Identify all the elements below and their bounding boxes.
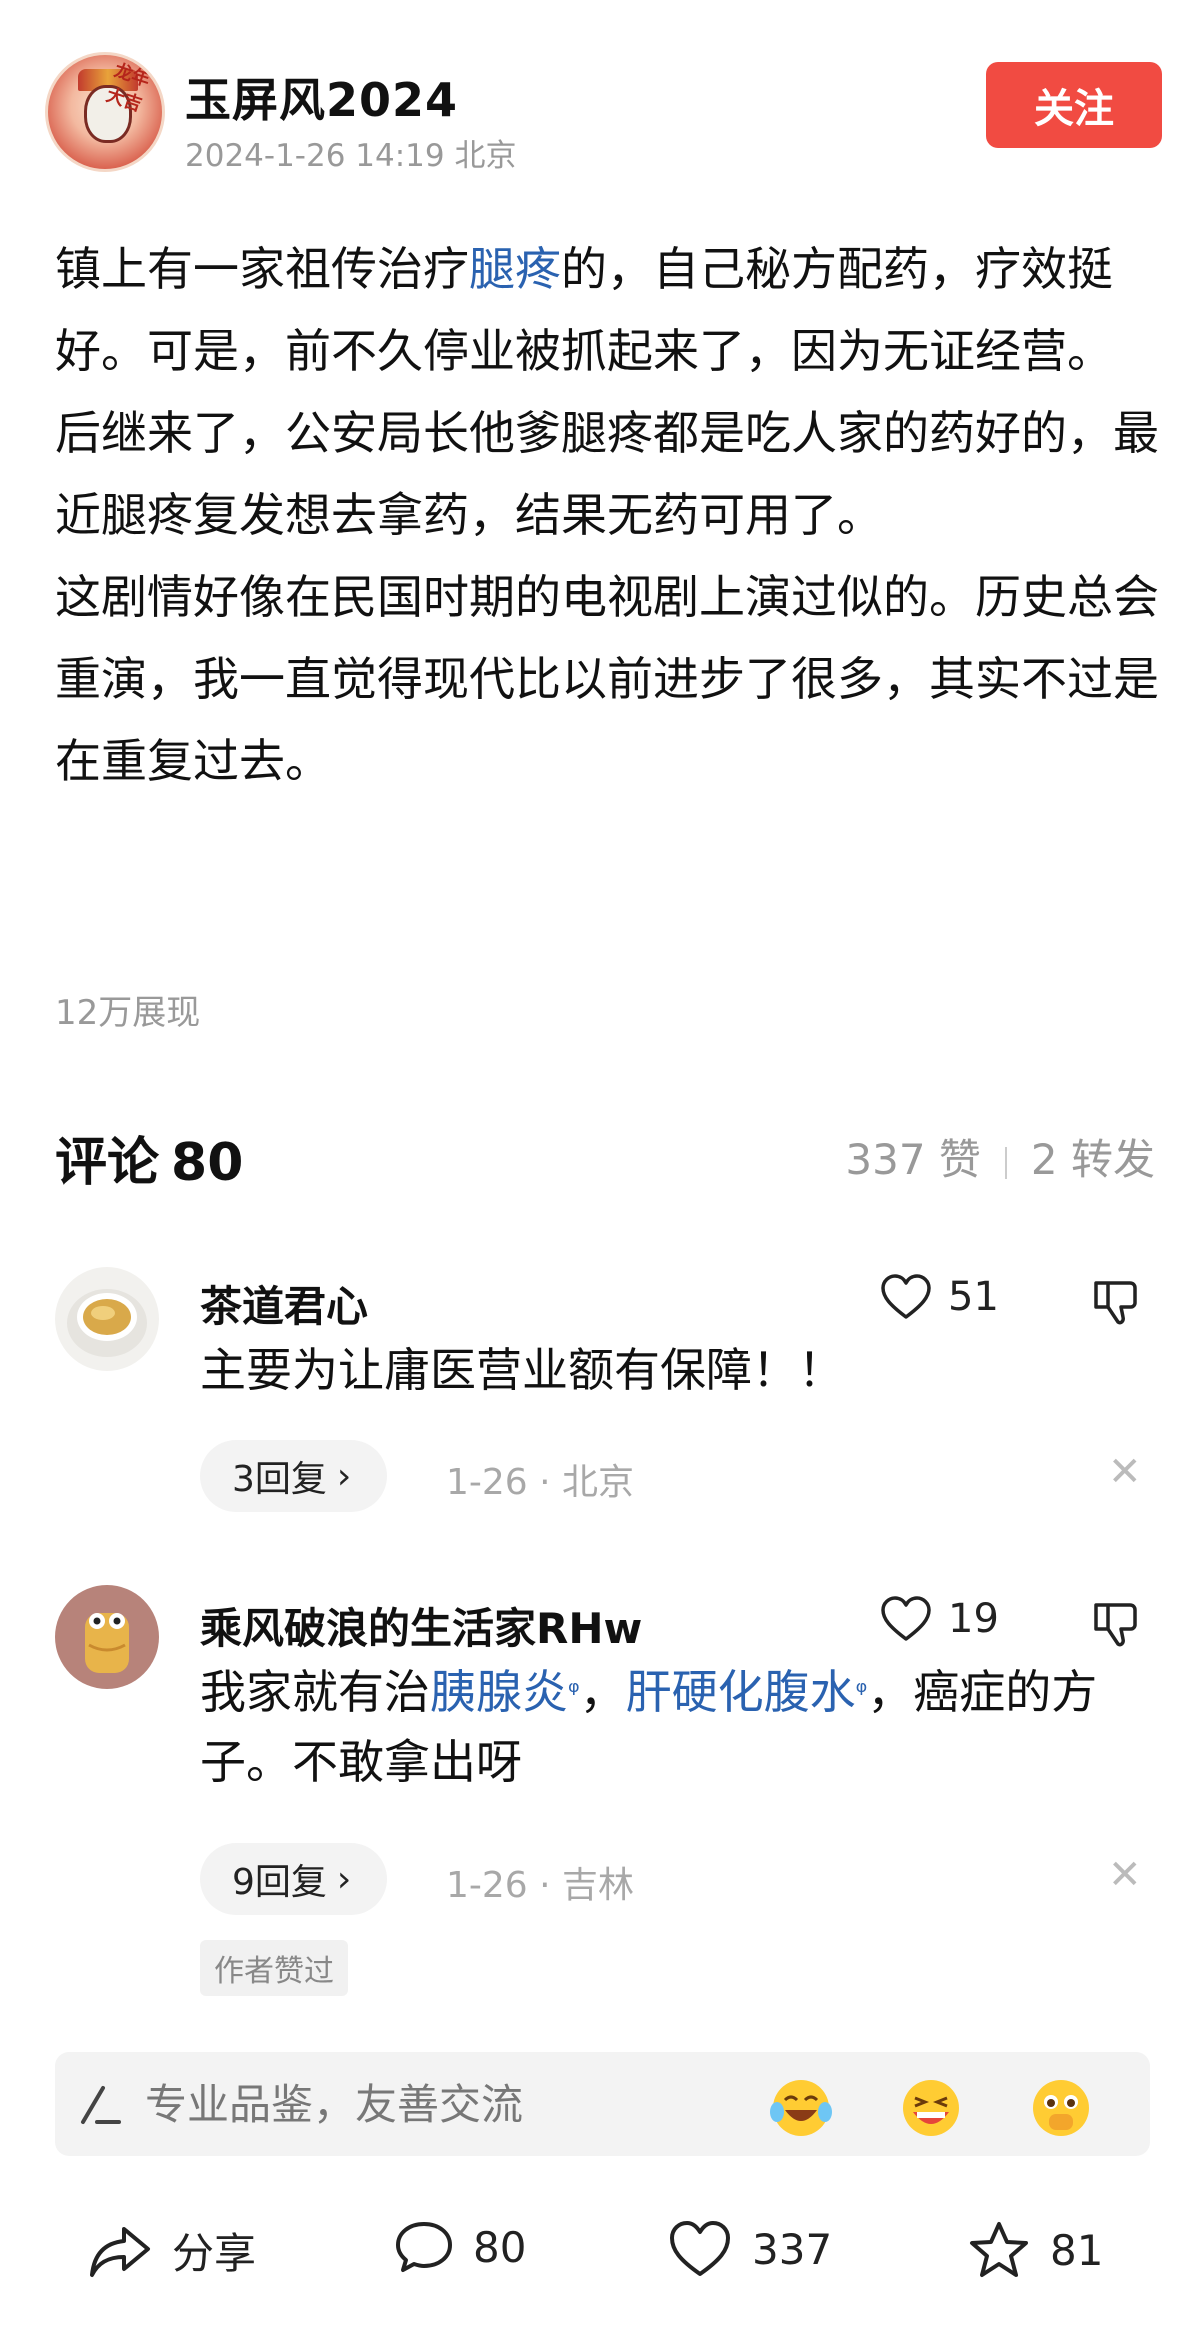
search-icon: ᵠ bbox=[568, 1675, 580, 1708]
comment-meta: 1-26 · 北京 bbox=[446, 1462, 635, 1503]
commenter-avatar[interactable] bbox=[55, 1585, 159, 1689]
comment-count: 80 bbox=[473, 2222, 527, 2272]
star-icon bbox=[970, 2222, 1028, 2277]
heart-icon bbox=[670, 2221, 730, 2276]
comment-replies-button[interactable]: 9回复 › bbox=[200, 1843, 388, 1915]
thumbs-down-icon bbox=[1094, 1281, 1137, 1325]
post-timestamp-location: 2024-1-26 14:19 北京 bbox=[185, 138, 517, 174]
comment-item: 乘风破浪的生活家RHw 19 我家就有治胰腺炎ᵠ，肝硬化腹水ᵠ，癌症的方子。不敢… bbox=[0, 1585, 1200, 1996]
post-paragraph-2: 后继来了，公安局长他爹腿疼都是吃人家的药好的，最近腿疼复发想去拿药，结果无药可用… bbox=[55, 406, 1159, 542]
cartoon-avatar-icon bbox=[55, 1585, 159, 1689]
post-stats: 337 赞 2 转发 bbox=[845, 1126, 1155, 1187]
thumbs-down-icon bbox=[1094, 1603, 1137, 1647]
pen-icon bbox=[77, 2082, 123, 2130]
comment-like-count: 51 bbox=[948, 1274, 999, 1320]
holding-back-tears-emoji-icon[interactable] bbox=[1027, 2076, 1095, 2140]
commenter-name[interactable]: 乘风破浪的生活家RHw bbox=[200, 1595, 642, 1656]
heart-icon bbox=[881, 1274, 931, 1319]
like-count: 337 bbox=[752, 2224, 833, 2274]
chevron-right-icon: › bbox=[336, 1455, 352, 1497]
author-liked-badge: 作者赞过 bbox=[200, 1940, 348, 1996]
comment-bubble-icon bbox=[396, 2222, 452, 2272]
reposts-stat[interactable]: 2 转发 bbox=[1031, 1135, 1155, 1184]
grinning-emoji-icon[interactable] bbox=[897, 2076, 965, 2140]
laughing-tears-emoji-icon[interactable] bbox=[767, 2076, 835, 2140]
comment-dislike[interactable] bbox=[1090, 1599, 1140, 1653]
chevron-right-icon: › bbox=[336, 1858, 352, 1900]
share-label: 分享 bbox=[172, 2229, 257, 2278]
share-icon bbox=[90, 2226, 150, 2277]
view-count: 12万展现 bbox=[55, 993, 201, 1033]
post-paragraph-1: 镇上有一家祖传治疗腿疼的，自己秘方配药，疗效挺好。可是，前不久停业被抓起来了，因… bbox=[55, 242, 1113, 378]
comment-text: 我家就有治胰腺炎ᵠ，肝硬化腹水ᵠ，癌症的方子。不敢拿出呀 bbox=[200, 1665, 1098, 1789]
favorite-button[interactable]: 81 bbox=[968, 2220, 1103, 2280]
comment-text: 主要为让庸医营业额有保障！！ bbox=[200, 1343, 844, 1397]
comments-count: 80 bbox=[171, 1133, 244, 1193]
bottom-action-bar: 分享 80 337 81 bbox=[0, 2210, 1200, 2310]
comments-title: 评论 80 bbox=[55, 1133, 244, 1193]
search-link-cirrhosis[interactable]: 肝硬化腹水ᵠ bbox=[626, 1665, 868, 1719]
close-icon[interactable]: ✕ bbox=[1108, 1449, 1142, 1495]
comment-input-bar bbox=[55, 2052, 1150, 2156]
heart-icon bbox=[881, 1596, 931, 1641]
like-button[interactable]: 337 bbox=[668, 2220, 832, 2278]
post-content: 镇上有一家祖传治疗腿疼的，自己秘方配药，疗效挺好。可是，前不久停业被抓起来了，因… bbox=[55, 228, 1165, 802]
comment-replies-button[interactable]: 3回复 › bbox=[200, 1440, 388, 1512]
comment-like-count: 19 bbox=[948, 1596, 999, 1642]
comment-dislike[interactable] bbox=[1090, 1277, 1140, 1331]
topic-link-leg-pain[interactable]: 腿疼 bbox=[469, 242, 561, 296]
comment-meta: 1-26 · 吉林 bbox=[446, 1865, 635, 1906]
close-icon[interactable]: ✕ bbox=[1108, 1852, 1142, 1898]
follow-button[interactable]: 关注 bbox=[986, 62, 1162, 148]
author-avatar[interactable]: 龙年大吉 bbox=[45, 52, 165, 172]
commenter-name[interactable]: 茶道君心 bbox=[200, 1273, 368, 1334]
search-link-pancreatitis[interactable]: 胰腺炎ᵠ bbox=[430, 1665, 580, 1719]
tea-cup-avatar-icon bbox=[55, 1267, 159, 1371]
likes-stat[interactable]: 337 赞 bbox=[845, 1135, 981, 1184]
commenter-avatar[interactable] bbox=[55, 1267, 159, 1371]
stats-divider bbox=[1004, 1146, 1007, 1179]
comments-header: 评论 80 337 赞 2 转发 bbox=[55, 1120, 1155, 1193]
comment-like[interactable]: 19 bbox=[880, 1595, 999, 1643]
post-paragraph-3: 这剧情好像在民国时期的电视剧上演过似的。历史总会重演，我一直觉得现代比以前进步了… bbox=[55, 570, 1159, 788]
search-icon: ᵠ bbox=[855, 1675, 868, 1708]
favorite-count: 81 bbox=[1050, 2225, 1104, 2275]
share-button[interactable]: 分享 bbox=[88, 2220, 256, 2281]
post-header: 龙年大吉 玉屏风2024 2024-1-26 14:19 北京 关注 bbox=[0, 0, 1200, 190]
comment-button[interactable]: 80 bbox=[395, 2220, 526, 2274]
comment-like[interactable]: 51 bbox=[880, 1273, 999, 1321]
comment-item: 茶道君心 51 主要为让庸医营业额有保障！！ 3回复 › 1-26 · 北京 ✕ bbox=[0, 1255, 1200, 1525]
comment-input[interactable] bbox=[145, 2076, 745, 2132]
author-name[interactable]: 玉屏风2024 bbox=[185, 64, 458, 130]
